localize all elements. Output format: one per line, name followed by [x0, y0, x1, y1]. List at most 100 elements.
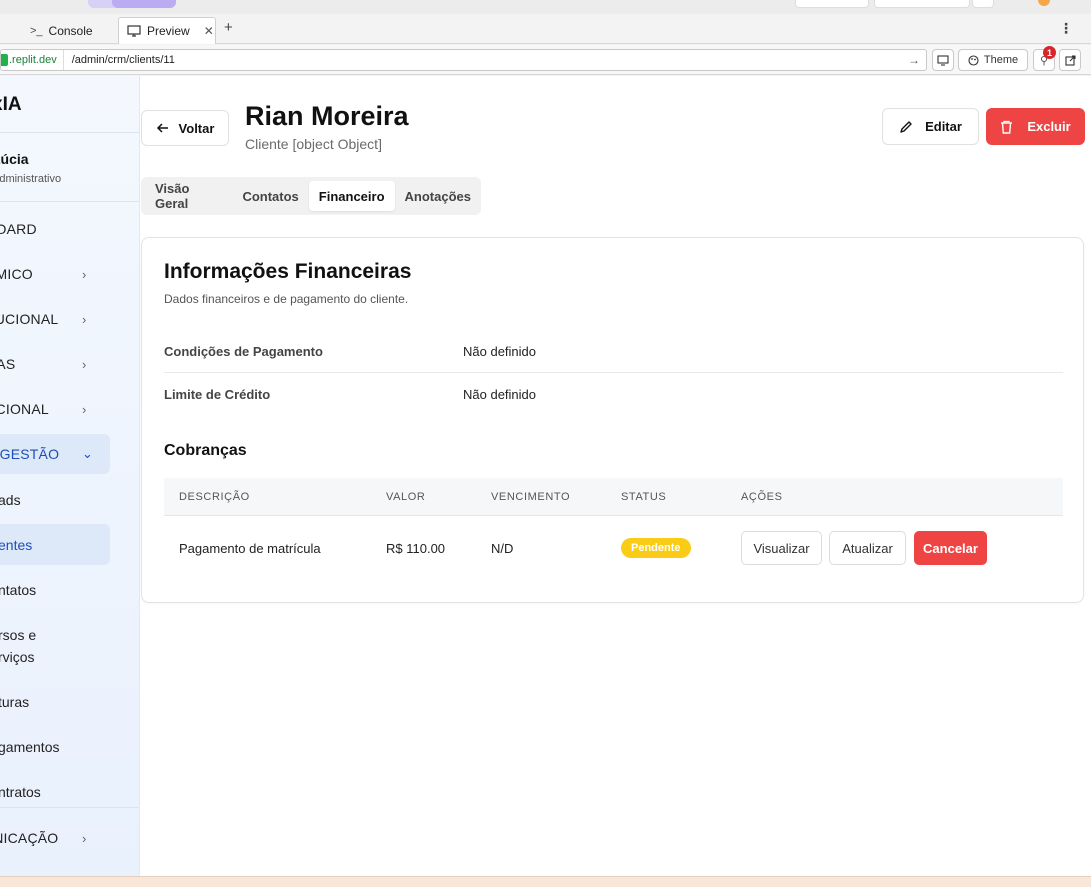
divider	[0, 807, 139, 808]
sidebar-subitem-label: turas	[0, 694, 30, 710]
screen-icon	[937, 54, 949, 66]
top-strip-button[interactable]	[795, 0, 869, 8]
sidebar-subitem-contatos[interactable]: ntatos	[0, 579, 110, 601]
sidebar-item-dashboard[interactable]: BOARD	[0, 209, 110, 249]
payment-terms-row: Condições de Pagamento Não definido	[164, 330, 1063, 373]
theme-button[interactable]: Theme	[958, 49, 1028, 71]
url-field[interactable]: .replit.dev /admin/crm/clients/11 →	[0, 49, 927, 71]
arrow-right-icon[interactable]: →	[908, 53, 926, 67]
sidebar-item-operacional[interactable]: ACIONAL ›	[0, 389, 110, 429]
page-subtitle: Cliente [object Object]	[245, 136, 382, 152]
back-button[interactable]: Voltar	[141, 110, 229, 146]
charge-value: R$ 110.00	[386, 541, 446, 556]
sidebar-item-label: DAS	[0, 356, 16, 372]
sidebar-item-academico[interactable]: ÊMICO ›	[0, 254, 110, 294]
sidebar-subitem-label: entes	[0, 536, 33, 553]
tab-label: Console	[48, 23, 93, 38]
column-header: STATUS	[621, 490, 667, 503]
theme-label: Theme	[983, 54, 1019, 66]
notification-badge: 1	[1043, 46, 1056, 59]
monitor-icon	[127, 25, 141, 37]
app-viewport: xIA Lúcia Administrativo BOARD ÊMICO › T…	[0, 76, 1091, 876]
sidebar-subitem-label: ntratos	[0, 784, 41, 800]
chevron-right-icon: ›	[82, 830, 87, 846]
sidebar-subitem-leads[interactable]: ads	[0, 489, 110, 511]
arrow-left-icon	[156, 122, 169, 134]
pencil-icon	[899, 120, 913, 134]
card-title: Informações Financeiras	[164, 260, 412, 283]
external-link-icon	[1064, 54, 1076, 66]
edit-label: Editar	[925, 119, 962, 134]
sidebar-item-comunicacao[interactable]: JNICAÇÃO ›	[0, 818, 110, 858]
sidebar-subitem-clientes[interactable]: entes	[0, 524, 110, 565]
sidebar-subitem-pagamentos[interactable]: gamentos	[0, 736, 110, 758]
tab-console[interactable]: >_ Console	[22, 17, 101, 44]
sidebar-subitem-label: ntatos	[0, 582, 37, 598]
sidebar-subitem-faturas[interactable]: turas	[0, 691, 110, 713]
top-strip-button[interactable]	[972, 0, 994, 8]
chevron-right-icon: ›	[82, 311, 87, 327]
edit-button[interactable]: Editar	[882, 108, 979, 145]
workspace-tab-highlight	[112, 0, 176, 8]
close-icon[interactable]: ✕	[204, 24, 214, 38]
view-button[interactable]: Visualizar	[741, 531, 822, 565]
sidebar-item-label: BOARD	[0, 221, 37, 237]
user-role: Administrativo	[0, 173, 62, 185]
credit-limit-label: Limite de Crédito	[164, 387, 271, 402]
delete-button[interactable]: Excluir	[986, 108, 1085, 145]
charges-title: Cobranças	[164, 442, 247, 459]
bottom-strip	[0, 876, 1091, 887]
sidebar-item-institucional[interactable]: TUCIONAL ›	[0, 299, 110, 339]
column-header: VENCIMENTO	[491, 490, 571, 503]
status-badge: Pendente	[621, 538, 691, 558]
devtools-button[interactable]	[932, 49, 954, 71]
client-tabs: Visão Geral Contatos Financeiro Anotaçõe…	[141, 177, 481, 215]
url-path: /admin/crm/clients/11	[71, 54, 175, 66]
new-tab-button[interactable]: +	[224, 19, 233, 36]
cancel-button[interactable]: Cancelar	[914, 531, 987, 565]
tab-label: Preview	[147, 24, 190, 38]
financial-card: Informações Financeiras Dados financeiro…	[141, 237, 1084, 603]
charge-due-date: N/D	[491, 541, 514, 556]
tab-anotacoes[interactable]: Anotações	[395, 181, 481, 211]
sidebar-item-label: JNICAÇÃO	[0, 830, 59, 846]
charges-table-header: DESCRIÇÃO VALOR VENCIMENTO STATUS AÇÕES	[164, 478, 1063, 516]
sidebar-item-label: ÊMICO	[0, 266, 33, 282]
payment-terms-value: Não definido	[463, 343, 536, 359]
sidebar-item-label: TUCIONAL	[0, 311, 59, 327]
extension-button[interactable]: ⚲ 1	[1033, 46, 1056, 71]
secure-icon	[1, 54, 8, 66]
sidebar: xIA Lúcia Administrativo BOARD ÊMICO › T…	[0, 76, 140, 876]
top-strip-button[interactable]	[874, 0, 970, 8]
browser-tab-bar: >_ Console Preview ✕ + ⋮	[0, 14, 1091, 44]
chevron-right-icon: ›	[82, 401, 87, 417]
sidebar-item-label: & GESTÃO	[0, 446, 60, 462]
sidebar-subitem-label: rviços	[0, 649, 35, 665]
open-external-button[interactable]	[1059, 49, 1081, 71]
sidebar-item-crm-gestao[interactable]: & GESTÃO ⌄	[0, 434, 110, 474]
charge-description: Pagamento de matrícula	[179, 541, 321, 556]
tab-preview[interactable]: Preview ✕	[118, 17, 216, 44]
sidebar-subitem-label: ads	[0, 492, 21, 508]
update-button[interactable]: Atualizar	[829, 531, 906, 565]
chevron-right-icon: ›	[82, 356, 87, 372]
tab-financeiro[interactable]: Financeiro	[308, 181, 395, 211]
tab-visao-geral[interactable]: Visão Geral	[145, 181, 232, 211]
more-options-icon[interactable]: ⋮	[1059, 20, 1073, 37]
sidebar-subitem-contratos[interactable]: ntratos	[0, 781, 110, 803]
credit-limit-value: Não definido	[463, 387, 536, 402]
back-label: Voltar	[178, 120, 215, 136]
sidebar-subitem-cursos-servicos[interactable]: rsos e rviços	[0, 624, 110, 668]
browser-top-strip	[0, 0, 1091, 14]
domain-text: .replit.dev	[9, 54, 57, 66]
status-indicator	[1038, 0, 1050, 6]
column-header: DESCRIÇÃO	[179, 490, 250, 503]
column-header: AÇÕES	[741, 490, 783, 503]
divider	[0, 132, 139, 133]
user-name: Lúcia	[0, 151, 29, 167]
address-bar: .replit.dev /admin/crm/clients/11 → Them…	[0, 45, 1091, 75]
tab-contatos[interactable]: Contatos	[232, 181, 308, 211]
chevron-right-icon: ›	[82, 266, 87, 282]
sidebar-item-vendas[interactable]: DAS ›	[0, 344, 110, 384]
sidebar-item-label: ACIONAL	[0, 401, 49, 417]
